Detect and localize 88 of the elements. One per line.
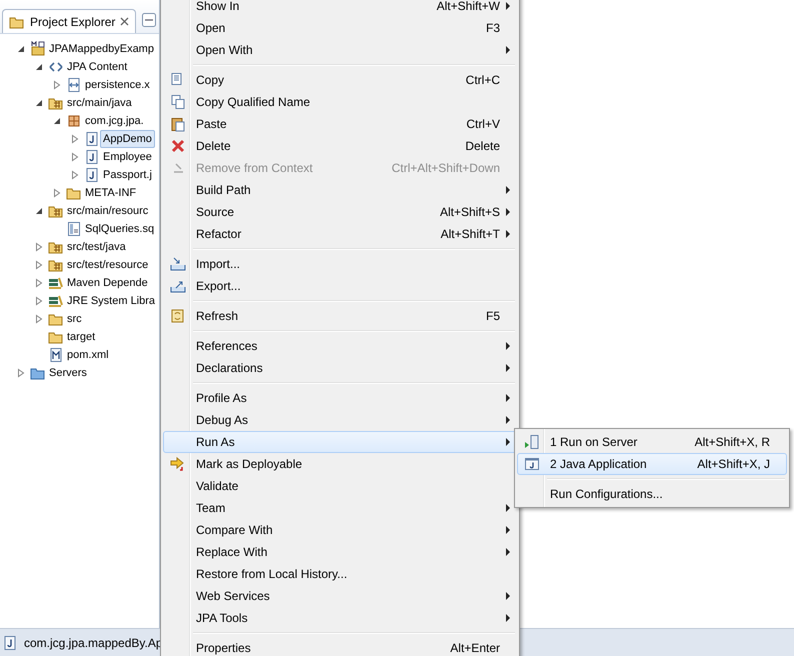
tree-item[interactable]: src/test/java (64, 238, 129, 256)
collapsed-arrow-icon[interactable] (34, 278, 44, 288)
expanded-arrow-icon[interactable] (16, 44, 26, 54)
menu-item[interactable]: References (163, 335, 517, 357)
package-icon (66, 113, 82, 129)
sql-file-icon (66, 221, 82, 237)
collapsed-arrow-icon[interactable] (70, 152, 80, 162)
menu-item[interactable]: 2 Java Application Alt+Shift+X, J (517, 453, 787, 475)
paste-icon (170, 116, 186, 132)
menu-item[interactable]: Copy Ctrl+C (163, 69, 517, 91)
tree-item[interactable]: src (64, 310, 85, 328)
expanded-arrow-icon[interactable] (34, 62, 44, 72)
collapsed-arrow-icon[interactable] (34, 260, 44, 270)
tree-item[interactable]: Passport.j (100, 166, 155, 184)
collapsed-arrow-icon[interactable] (16, 368, 26, 378)
menu-item[interactable]: Paste Ctrl+V (163, 113, 517, 135)
collapsed-arrow-icon[interactable] (70, 134, 80, 144)
expanded-arrow-icon[interactable] (52, 116, 62, 126)
tree-item[interactable]: com.jcg.jpa. (82, 112, 147, 130)
tree-item[interactable]: persistence.x (82, 76, 153, 94)
collapsed-arrow-icon[interactable] (34, 296, 44, 306)
menu-item[interactable]: Delete Delete (163, 135, 517, 157)
tree-item[interactable]: src/main/resourc (64, 202, 152, 220)
tree-item[interactable]: SqlQueries.sq (82, 220, 158, 238)
server-icon (524, 434, 540, 450)
delete-icon (170, 138, 186, 154)
menu-item[interactable]: Show In Alt+Shift+W (163, 0, 517, 17)
collapsed-arrow-icon[interactable] (34, 314, 44, 324)
status-text: com.jcg.jpa.mappedBy.Ap (24, 636, 163, 650)
tree-item[interactable]: src/main/java (64, 94, 135, 112)
menu-item[interactable]: Web Services (163, 585, 517, 607)
menu-item[interactable]: Source Alt+Shift+S (163, 201, 517, 223)
expanded-arrow-icon[interactable] (34, 206, 44, 216)
menu-item[interactable]: Declarations (163, 357, 517, 379)
maven-file-icon (48, 347, 64, 363)
menu-item[interactable]: JPA Tools (163, 607, 517, 629)
java-file-icon (84, 149, 100, 165)
java-file-icon (84, 167, 100, 183)
menu-item[interactable]: Replace With (163, 541, 517, 563)
menu-item[interactable]: Open F3 (163, 17, 517, 39)
arrow-icon (170, 456, 186, 472)
menu-item[interactable]: Copy Qualified Name (163, 91, 517, 113)
java-file-icon (84, 131, 100, 147)
collapsed-arrow-icon[interactable] (52, 188, 62, 198)
tree-item[interactable]: JPA Content (64, 58, 130, 76)
java-application-icon (524, 456, 540, 472)
tree-item[interactable]: pom.xml (64, 346, 112, 364)
menu-item[interactable]: Properties Alt+Enter (163, 637, 517, 656)
menu-item[interactable]: Refactor Alt+Shift+T (163, 223, 517, 245)
menu-item[interactable]: Run As (163, 431, 517, 453)
library-icon (48, 293, 64, 309)
collapsed-arrow-icon[interactable] (34, 242, 44, 252)
java-file-icon (2, 634, 18, 650)
collapsed-arrow-icon[interactable] (70, 170, 80, 180)
expanded-arrow-icon[interactable] (34, 98, 44, 108)
refresh-icon (170, 308, 186, 324)
project-icon (30, 41, 46, 57)
tree-item[interactable]: META-INF (82, 184, 140, 202)
menu-item[interactable]: 1 Run on Server Alt+Shift+X, R (517, 431, 787, 453)
tree-item[interactable]: AppDemo (100, 130, 155, 148)
menu-item[interactable]: Build Path (163, 179, 517, 201)
menu-item[interactable]: Export... (163, 275, 517, 297)
menu-item[interactable]: Compare With (163, 519, 517, 541)
minimize-icon[interactable] (142, 13, 156, 27)
project-explorer-tab[interactable]: Project Explorer (2, 9, 136, 33)
tree-item[interactable]: target (64, 328, 98, 346)
close-icon[interactable] (120, 17, 130, 26)
tree-item[interactable]: Maven Depende (64, 274, 151, 292)
menu-item[interactable]: Open With (163, 39, 517, 61)
tree-item[interactable]: Servers (46, 364, 90, 382)
menu-item[interactable]: Refresh F5 (163, 305, 517, 327)
menu-item[interactable]: Mark as Deployable (163, 453, 517, 475)
copy-icon (170, 94, 186, 110)
tree-item[interactable]: JPAMappedbyExamp (46, 40, 157, 58)
menu-item[interactable]: Run Configurations... (517, 483, 787, 505)
xml-file-icon (66, 77, 82, 93)
collapsed-arrow-icon[interactable] (52, 80, 62, 90)
tree-item[interactable]: src/test/resource (64, 256, 152, 274)
menu-item[interactable]: Validate (163, 475, 517, 497)
tree-item[interactable]: Employee (100, 148, 155, 166)
menu-item[interactable]: Restore from Local History... (163, 563, 517, 585)
menu-item[interactable]: Import... (163, 253, 517, 275)
menu-item[interactable]: Profile As (163, 387, 517, 409)
menu-item[interactable]: Team (163, 497, 517, 519)
import-icon (170, 256, 186, 272)
menu-item[interactable]: Debug As (163, 409, 517, 431)
tree-item[interactable]: JRE System Libra (64, 292, 158, 310)
library-icon (48, 275, 64, 291)
